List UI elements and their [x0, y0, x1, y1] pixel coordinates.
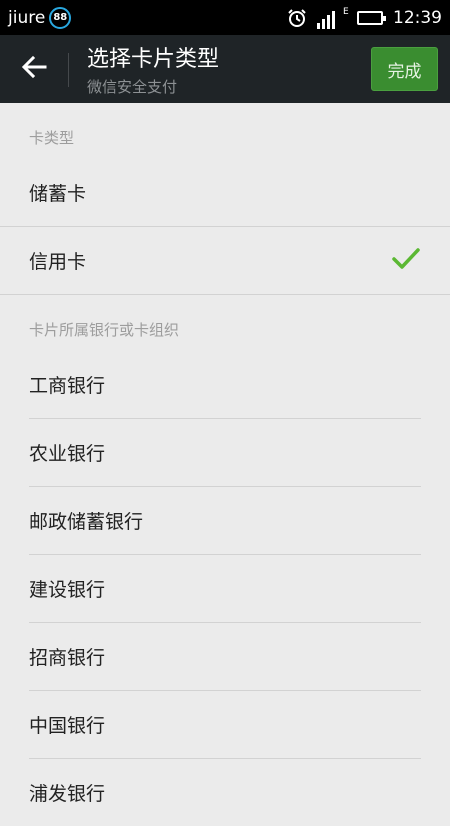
bank-item-boc[interactable]: 中国银行: [0, 691, 450, 758]
bank-item-icbc[interactable]: 工商银行: [0, 351, 450, 418]
page-subtitle: 微信安全支付: [87, 78, 178, 96]
card-type-item-debit[interactable]: 储蓄卡: [0, 159, 450, 226]
content-list: 卡类型 储蓄卡 信用卡 卡片所属银行或卡组织 工商银行 农业银行 邮政储蓄银行 …: [0, 103, 450, 826]
list-item-label: 中国银行: [29, 715, 106, 737]
list-item-label: 信用卡: [29, 251, 87, 273]
checkmark-icon: [392, 247, 420, 276]
page-title: 选择卡片类型: [87, 47, 220, 72]
app-bar-divider: [68, 53, 69, 87]
list-item-label: 工商银行: [29, 375, 106, 397]
alarm-icon: [287, 8, 307, 28]
list-item-label: 邮政储蓄银行: [29, 511, 144, 533]
notification-badge: 88: [49, 6, 72, 29]
done-button[interactable]: 完成: [371, 47, 438, 91]
network-type: E: [343, 6, 349, 17]
section-header-bank: 卡片所属银行或卡组织: [29, 321, 180, 339]
carrier-name: jiure: [8, 7, 46, 28]
back-button[interactable]: [0, 35, 68, 103]
card-type-item-credit[interactable]: 信用卡: [0, 227, 450, 294]
list-item-label: 招商银行: [29, 647, 106, 669]
bank-item-ccb[interactable]: 建设银行: [0, 555, 450, 622]
list-item-label: 农业银行: [29, 443, 106, 465]
battery-icon: [357, 10, 386, 25]
bank-item-spdb[interactable]: 浦发银行: [0, 759, 450, 826]
app-bar: 选择卡片类型 微信安全支付 完成: [0, 35, 450, 103]
list-item-label: 储蓄卡: [29, 183, 87, 205]
list-item-label: 浦发银行: [29, 783, 106, 805]
bank-item-abc[interactable]: 农业银行: [0, 419, 450, 486]
section-header-card-type: 卡类型: [29, 129, 75, 147]
back-arrow-icon: [21, 55, 47, 83]
list-item-label: 建设银行: [29, 579, 106, 601]
clock: 12:39: [393, 7, 442, 28]
bank-item-psbc[interactable]: 邮政储蓄银行: [0, 487, 450, 554]
status-bar: jiure 88 E 12:39: [0, 0, 450, 35]
signal-icon: E: [317, 5, 349, 31]
bank-item-cmb[interactable]: 招商银行: [0, 623, 450, 690]
